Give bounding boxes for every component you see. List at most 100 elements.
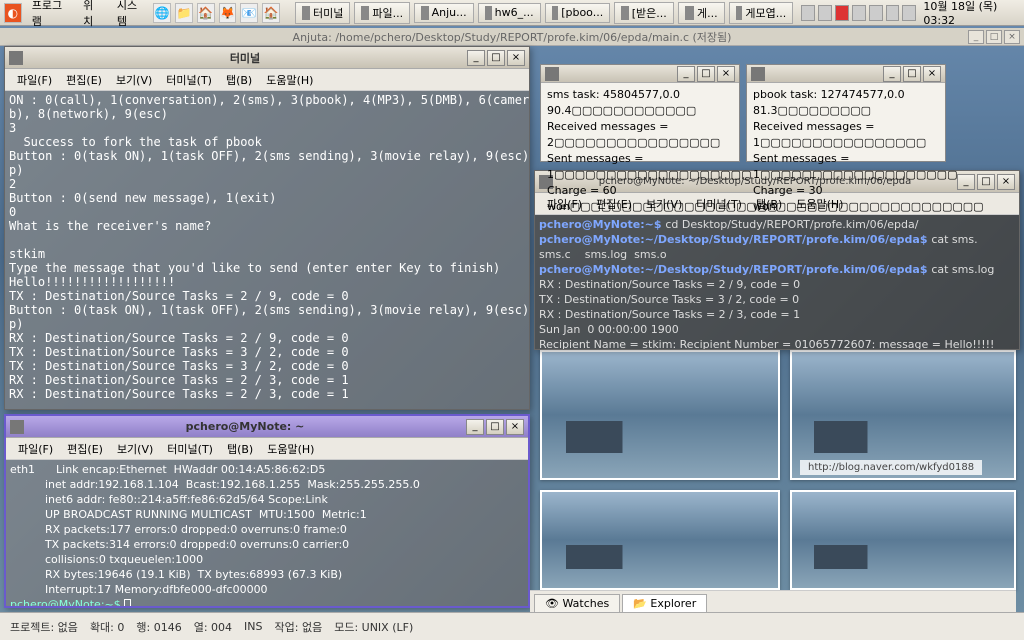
pbook-task-line: pbook task: 127474577,0.0 81.3▢▢▢▢▢▢▢▢▢ — [753, 87, 939, 119]
launcher-icon[interactable]: 📧 — [240, 3, 258, 23]
bg-thumbnail — [540, 490, 780, 590]
titlebar[interactable]: 터미널 _ □ × — [5, 47, 529, 69]
window-title: pchero@MyNote: ~ — [28, 420, 462, 433]
terminal-output[interactable]: eth1 Link encap:Ethernet HWaddr 00:14:A5… — [6, 460, 528, 606]
status-line: 행: 0146 — [136, 619, 181, 635]
terminal-icon — [10, 420, 24, 434]
terminal-icon — [302, 6, 310, 20]
titlebar[interactable]: _ □ × — [747, 65, 945, 83]
minimize-button[interactable]: _ — [883, 66, 901, 82]
edit-menu[interactable]: 편집(E) — [60, 70, 108, 90]
minimize-button[interactable]: _ — [677, 66, 695, 82]
maximize-button[interactable]: □ — [986, 30, 1002, 44]
anjuta-icon — [421, 6, 428, 20]
sent-line: Sent messages = 1▢▢▢▢▢▢▢▢▢▢▢▢▢▢▢▢▢▢▢ — [753, 151, 939, 183]
tab-explorer[interactable]: 📂 Explorer — [622, 594, 707, 612]
task-button[interactable]: 파일... — [354, 2, 410, 24]
tab-watches[interactable]: 👁 Watches — [534, 594, 620, 612]
image-caption: http://blog.naver.com/wkfyd0188 — [800, 460, 982, 475]
task-button[interactable]: [받은... — [614, 2, 674, 24]
file-menu[interactable]: 파일(F) — [11, 70, 58, 90]
help-menu[interactable]: 도움말(H) — [261, 439, 320, 459]
tray-icon[interactable] — [835, 5, 849, 21]
system-menu[interactable]: 시스템 — [111, 0, 150, 31]
window-title: 터미널 — [27, 50, 463, 66]
titlebar[interactable]: pchero@MyNote: ~ _ □ × — [6, 416, 528, 438]
menubar: 파일(F) 편집(E) 보기(V) 터미널(T) 탭(B) 도움말(H) — [5, 69, 529, 91]
tabs-menu[interactable]: 탭(B) — [221, 439, 259, 459]
view-menu[interactable]: 보기(V) — [110, 70, 158, 90]
task-button[interactable]: 터미널 — [295, 2, 350, 24]
tray-icon[interactable] — [801, 5, 815, 21]
launcher-icon[interactable]: 🌐 — [153, 3, 171, 23]
prompt: pchero@MyNote:~$ — [10, 598, 124, 606]
titlebar[interactable]: _ □ × — [541, 65, 739, 83]
terminal-menu[interactable]: 터미널(T) — [160, 70, 218, 90]
tray-icon[interactable] — [818, 5, 832, 21]
gnome-panel: ◐ 프로그램 위치 시스템 🌐 📁 🏠 🦊 📧 🏠 터미널 파일... Anju… — [0, 0, 1024, 26]
ubuntu-menu-icon[interactable]: ◐ — [4, 3, 22, 23]
launcher-icon[interactable]: 🏠 — [262, 3, 280, 23]
file-icon — [361, 6, 369, 20]
close-button[interactable]: × — [717, 66, 735, 82]
pbook-status-window: _ □ × pbook task: 127474577,0.0 81.3▢▢▢▢… — [746, 64, 946, 162]
received-line: Received messages = 1▢▢▢▢▢▢▢▢▢▢▢▢▢▢▢▢ — [753, 119, 939, 151]
file-menu[interactable]: 파일(F) — [12, 439, 59, 459]
terminal-icon — [545, 67, 559, 81]
minimize-button[interactable]: _ — [968, 30, 984, 44]
terminal-icon — [9, 51, 23, 65]
tray-icon[interactable] — [902, 5, 916, 21]
status-project: 프로젝트: 없음 — [10, 619, 78, 635]
launcher-icon[interactable]: 📁 — [175, 3, 193, 23]
anjuta-titlebar: Anjuta: /home/pchero/Desktop/Study/REPOR… — [0, 28, 1024, 46]
cursor — [124, 599, 131, 606]
network-icon[interactable] — [852, 5, 866, 21]
anjuta-title-text: Anjuta: /home/pchero/Desktop/Study/REPOR… — [293, 29, 732, 45]
close-button[interactable]: × — [506, 419, 524, 435]
task-button[interactable]: 게... — [678, 2, 725, 24]
maximize-button[interactable]: □ — [487, 50, 505, 66]
volume-icon[interactable] — [869, 5, 883, 21]
charge-line: Charge = 60 won▢▢▢▢▢▢▢▢▢▢▢▢▢▢▢▢▢▢▢▢ — [547, 183, 733, 215]
task-button[interactable]: 게모엽... — [729, 2, 794, 24]
firefox-icon[interactable]: 🦊 — [219, 3, 237, 23]
maximize-button[interactable]: □ — [697, 66, 715, 82]
status-body: pbook task: 127474577,0.0 81.3▢▢▢▢▢▢▢▢▢ … — [747, 83, 945, 219]
app-icon — [736, 6, 743, 20]
help-menu[interactable]: 도움말(H) — [260, 70, 319, 90]
maximize-button[interactable]: □ — [977, 174, 995, 190]
launcher-icon[interactable]: 🏠 — [197, 3, 215, 23]
minimize-button[interactable]: _ — [467, 50, 485, 66]
tabs-menu[interactable]: 탭(B) — [220, 70, 258, 90]
task-button[interactable]: [pboo... — [545, 3, 611, 23]
charge-line: Charge = 30 won▢▢▢▢▢▢▢▢▢▢▢▢▢▢▢▢▢▢▢▢ — [753, 183, 939, 215]
sent-line: Sent messages = 1▢▢▢▢▢▢▢▢▢▢▢▢▢▢▢▢▢▢▢ — [547, 151, 733, 183]
maximize-button[interactable]: □ — [903, 66, 921, 82]
apps-menu[interactable]: 프로그램 — [26, 0, 73, 31]
doc-icon — [485, 6, 492, 20]
close-button[interactable]: × — [507, 50, 525, 66]
tray-icon[interactable] — [886, 5, 900, 21]
maximize-button[interactable]: □ — [486, 419, 504, 435]
app-icon — [685, 6, 694, 20]
close-button[interactable]: × — [1004, 30, 1020, 44]
close-button[interactable]: × — [997, 174, 1015, 190]
task-button[interactable]: hw6_... — [478, 3, 541, 23]
sms-status-window: _ □ × sms task: 45804577,0.0 90.4▢▢▢▢▢▢▢… — [540, 64, 740, 162]
clock[interactable]: 10월 18일 (목) 03:32 — [919, 0, 1020, 27]
edit-menu[interactable]: 편집(E) — [61, 439, 109, 459]
view-menu[interactable]: 보기(V) — [111, 439, 159, 459]
menubar: 파일(F) 편집(E) 보기(V) 터미널(T) 탭(B) 도움말(H) — [6, 438, 528, 460]
places-menu[interactable]: 위치 — [77, 0, 107, 31]
terminal-window-main: 터미널 _ □ × 파일(F) 편집(E) 보기(V) 터미널(T) 탭(B) … — [4, 46, 530, 410]
status-zoom: 확대: 0 — [90, 619, 124, 635]
terminal-output[interactable]: ON : 0(call), 1(conversation), 2(sms), 3… — [5, 91, 529, 409]
minimize-button[interactable]: _ — [466, 419, 484, 435]
terminal-menu[interactable]: 터미널(T) — [161, 439, 219, 459]
terminal-output[interactable]: pchero@MyNote:~$ cd Desktop/Study/REPORT… — [535, 215, 1019, 349]
minimize-button[interactable]: _ — [957, 174, 975, 190]
bg-thumbnail — [540, 350, 780, 480]
terminal-window-ifconfig: pchero@MyNote: ~ _ □ × 파일(F) 편집(E) 보기(V)… — [4, 414, 530, 608]
task-button[interactable]: Anju... — [414, 3, 474, 23]
close-button[interactable]: × — [923, 66, 941, 82]
